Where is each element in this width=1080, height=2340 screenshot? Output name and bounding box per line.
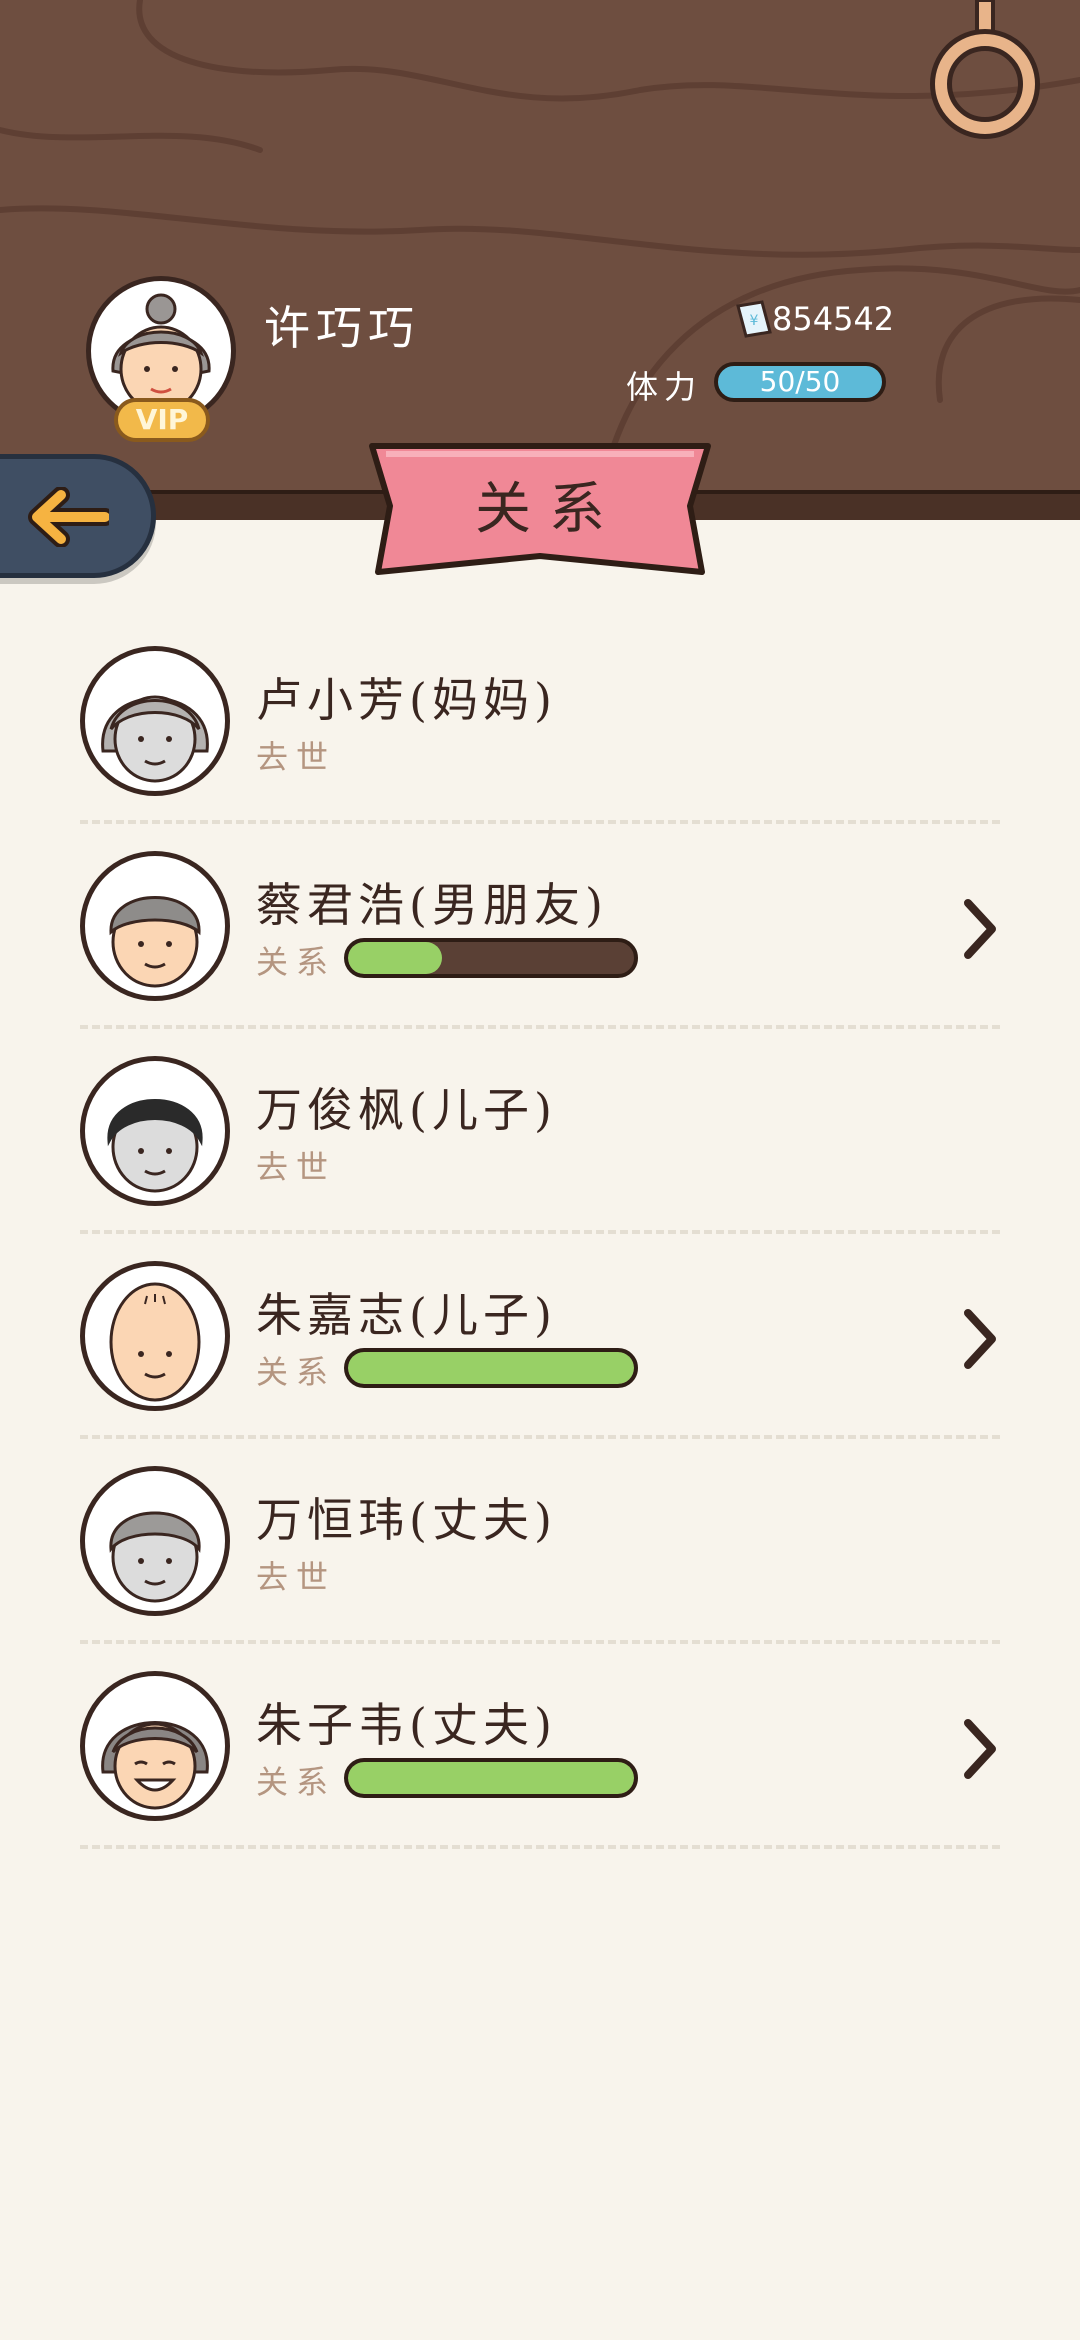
page-title: 关系 — [475, 477, 623, 542]
svg-text:¥: ¥ — [750, 313, 759, 329]
relation-status-label: 关系 — [256, 1763, 337, 1801]
relation-status-label: 关系 — [256, 1353, 337, 1391]
pull-ring-icon[interactable] — [930, 0, 1040, 140]
smiling-old-man-icon — [101, 1721, 209, 1810]
chevron-right-icon[interactable] — [960, 897, 1000, 961]
row-divider — [80, 1025, 1000, 1029]
gray-hair-man-icon — [109, 896, 201, 988]
affinity-bar — [344, 938, 638, 978]
relation-row: 卢小芳(妈妈) 去世 — [0, 640, 1080, 845]
affinity-bar — [344, 1758, 638, 1798]
relation-name: 万俊枫(儿子) — [256, 1083, 557, 1137]
affinity-bar — [344, 1348, 638, 1388]
relation-avatar[interactable] — [80, 1261, 230, 1411]
chevron-right-icon[interactable] — [960, 1717, 1000, 1781]
stamina-bar: 50/50 — [714, 362, 886, 402]
banknote-icon: ¥ — [736, 300, 772, 338]
row-divider — [80, 820, 1000, 824]
relation-row[interactable]: 蔡君浩(男朋友) 关系 — [0, 845, 1080, 1050]
relation-row[interactable]: 朱子韦(丈夫) 关系 — [0, 1665, 1080, 1870]
relation-name: 万恒玮(丈夫) — [256, 1493, 557, 1547]
relations-list: 卢小芳(妈妈) 去世 蔡君浩(男朋友) 关系 万俊枫(儿子) 去世 朱嘉志(儿子… — [0, 640, 1080, 1870]
relation-name: 卢小芳(妈妈) — [256, 673, 557, 727]
affinity-bar-fill — [348, 1762, 634, 1794]
player-name: 许巧巧 — [264, 301, 420, 355]
relation-status: 去世 — [256, 1558, 337, 1596]
row-divider — [80, 1845, 1000, 1849]
relation-row: 万俊枫(儿子) 去世 — [0, 1050, 1080, 1255]
relation-row[interactable]: 朱嘉志(儿子) 关系 — [0, 1255, 1080, 1460]
row-divider — [80, 1230, 1000, 1234]
stamina-label: 体力 — [626, 368, 703, 406]
relation-name: 朱子韦(丈夫) — [256, 1698, 557, 1752]
affinity-bar-fill — [348, 1352, 634, 1384]
relation-avatar[interactable] — [80, 851, 230, 1001]
relation-avatar[interactable] — [80, 1466, 230, 1616]
relation-status: 去世 — [256, 1148, 337, 1186]
relation-avatar[interactable] — [80, 1056, 230, 1206]
old-man-gray-icon — [109, 1511, 201, 1603]
vip-badge[interactable]: VIP — [114, 398, 210, 442]
relation-name: 朱嘉志(儿子) — [256, 1288, 557, 1342]
relation-status: 去世 — [256, 738, 337, 776]
affinity-bar-fill — [348, 942, 443, 974]
relation-avatar[interactable] — [80, 1671, 230, 1821]
chevron-right-icon[interactable] — [960, 1307, 1000, 1371]
relation-avatar[interactable] — [80, 646, 230, 796]
row-divider — [80, 1640, 1000, 1644]
relation-row: 万恒玮(丈夫) 去世 — [0, 1460, 1080, 1665]
grandma-gray-icon — [101, 695, 209, 783]
relation-name: 蔡君浩(男朋友) — [256, 878, 608, 932]
row-divider — [80, 1435, 1000, 1439]
bald-man-icon — [109, 1282, 201, 1402]
back-arrow-icon — [28, 487, 109, 547]
relation-status-label: 关系 — [256, 943, 337, 981]
money-value: 854542 — [772, 300, 895, 338]
black-hair-man-icon — [107, 1099, 203, 1193]
back-button[interactable] — [0, 454, 156, 578]
